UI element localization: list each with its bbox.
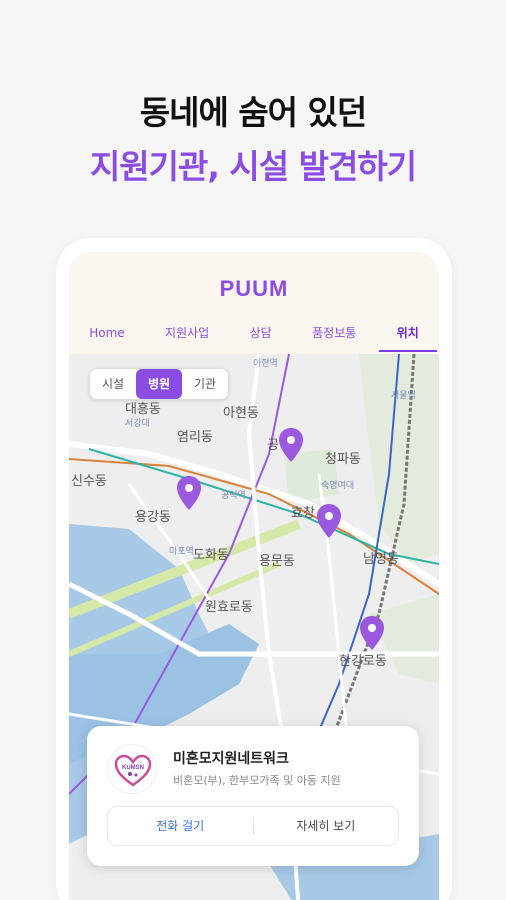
map-pin-icon[interactable] xyxy=(360,616,384,650)
map-label-gong: 공 xyxy=(267,438,279,453)
filter-facility[interactable]: 시설 xyxy=(90,369,136,399)
svg-text:KUMSN: KUMSN xyxy=(122,765,144,771)
map-pin-icon[interactable] xyxy=(177,476,201,510)
map-label-gongdeok: 공덕역 xyxy=(221,491,246,501)
map-pin-icon[interactable] xyxy=(279,428,303,462)
tab-info[interactable]: 품정보통 xyxy=(306,318,362,354)
map-label-ahyeon-station: 아현역 xyxy=(253,359,278,369)
map-label-cheongpa: 청파동 xyxy=(325,452,361,467)
map-pin-icon[interactable] xyxy=(317,504,341,538)
tab-counseling[interactable]: 상담 xyxy=(244,318,278,354)
map-label-yeomni: 염리동 xyxy=(177,430,213,445)
map-label-mapo: 마포역 xyxy=(169,547,194,557)
map-label-hyochang: 효창 xyxy=(291,506,315,521)
map-label-dohwa: 도화동 xyxy=(193,548,229,563)
headline-line1: 동네에 숨어 있던 xyxy=(139,93,368,132)
facility-name: 미혼모지원네트워크 xyxy=(173,751,289,767)
map-label-yonggang: 용강동 xyxy=(135,510,171,525)
filter-institution[interactable]: 기관 xyxy=(182,369,228,399)
map-label-seogang: 서강대 xyxy=(125,419,150,429)
map-label-seoul-station: 서울역 xyxy=(391,391,416,401)
app-screen: PUUM Home 지원사업 상담 품정보통 위치 대흥동 염리동 아현동 신수… xyxy=(69,252,439,900)
app-logo: PUUM xyxy=(219,276,289,301)
heart-logo-icon: KUMSN xyxy=(114,754,152,787)
detail-button[interactable]: 자세히 보기 xyxy=(254,806,399,846)
tab-home[interactable]: Home xyxy=(83,318,130,354)
facility-card[interactable]: KUMSN 미혼모지원네트워크 비혼모(부), 한부모가족 및 아동 지원 전화… xyxy=(87,726,419,866)
map-label-sinsu: 신수동 xyxy=(71,474,107,489)
map-label-yongmun: 용문동 xyxy=(259,554,295,569)
map-label-namyeong: 남영동 xyxy=(363,552,399,567)
call-button[interactable]: 전화 걸기 xyxy=(108,806,253,846)
tab-support-programs[interactable]: 지원사업 xyxy=(159,318,215,354)
map-label-daeheung: 대흥동 xyxy=(125,402,161,417)
facility-description: 비혼모(부), 한부모가족 및 아동 지원 xyxy=(173,774,341,787)
category-filter: 시설 병원 기관 xyxy=(89,368,229,400)
tab-bar: Home 지원사업 상담 품정보통 위치 xyxy=(69,318,439,354)
map-label-wonhyo: 원효로동 xyxy=(205,600,253,615)
facility-logo: KUMSN xyxy=(107,744,157,794)
facility-actions: 전화 걸기 자세히 보기 xyxy=(107,806,399,846)
map-label-hangang: 한강로동 xyxy=(339,654,387,669)
map-view[interactable]: 대흥동 염리동 아현동 신수동 용강동 도화동 용문동 원효로동 청파동 효창 … xyxy=(69,354,439,900)
app-header: PUUM Home 지원사업 상담 품정보통 위치 xyxy=(69,252,439,354)
map-label-sookmyung: 숙명여대 xyxy=(321,481,355,491)
headline-line2: 지원기관, 시설 발견하기 xyxy=(89,147,417,186)
tab-location[interactable]: 위치 xyxy=(378,318,437,354)
filter-hospital[interactable]: 병원 xyxy=(136,369,182,399)
map-label-ahyeon: 아현동 xyxy=(223,406,259,421)
